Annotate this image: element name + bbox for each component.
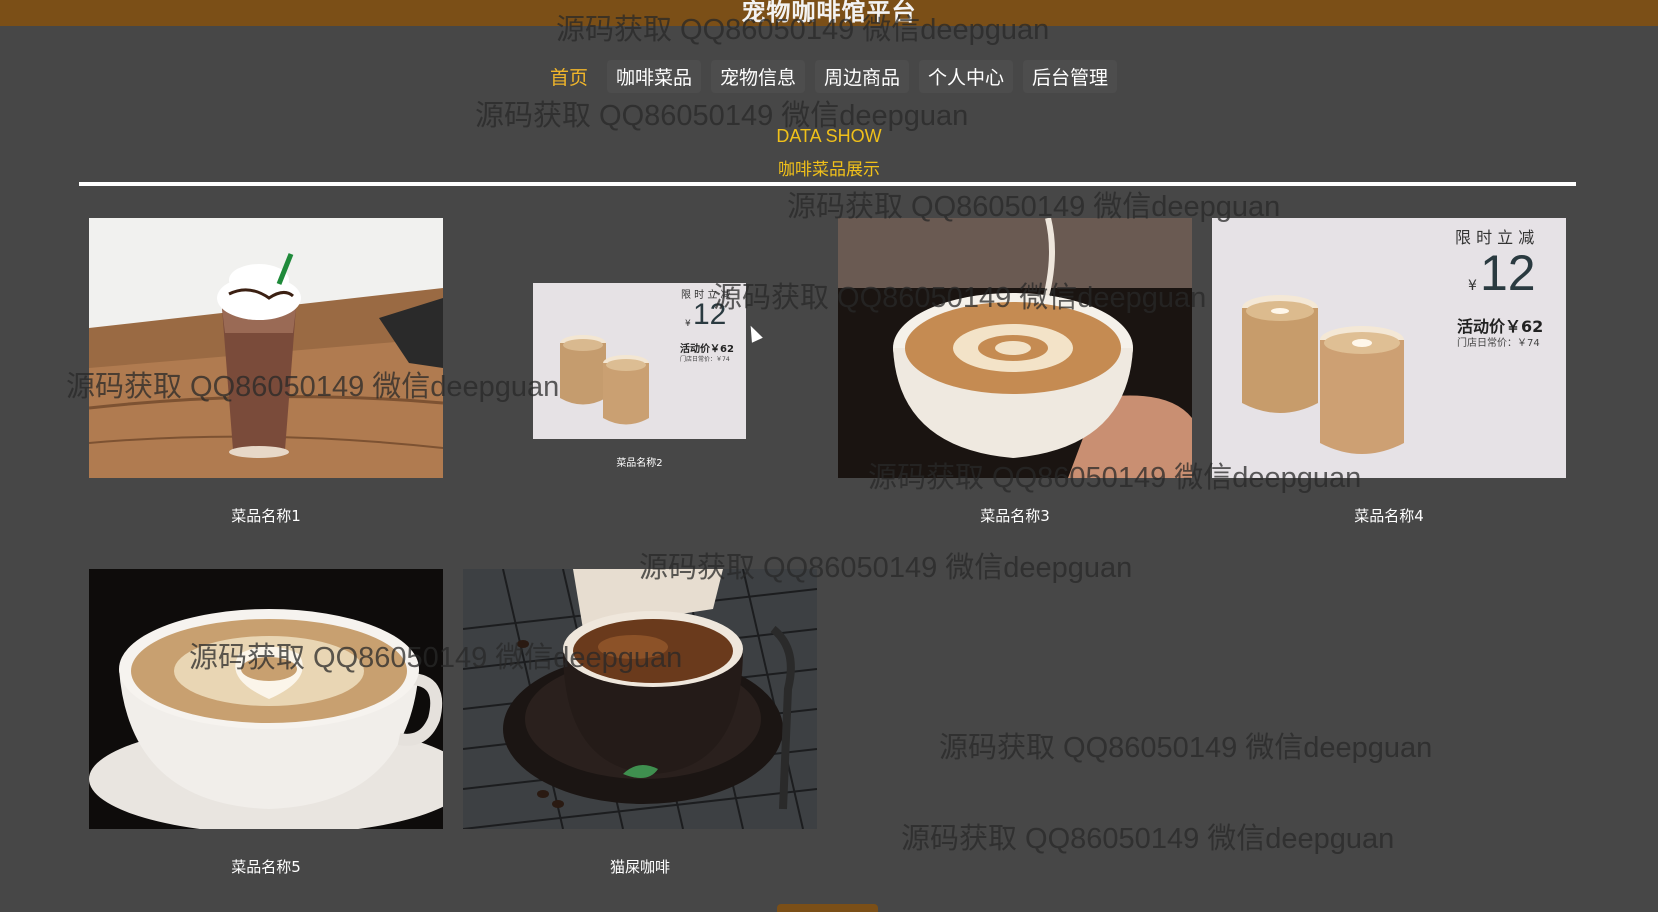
promo-currency: ¥ [685, 319, 691, 329]
product-image-kopi-luwak[interactable] [463, 569, 817, 829]
promo-deal: 活动价￥62 [680, 344, 734, 355]
promo-price: 12 [693, 298, 727, 331]
product-image-latte-pour[interactable] [838, 218, 1192, 478]
nav-personal-center[interactable]: 个人中心 [919, 60, 1014, 93]
product-name[interactable]: 猫屎咖啡 [463, 856, 817, 877]
section-divider [79, 182, 1576, 186]
product-card[interactable]: 菜品名称1 [89, 218, 443, 528]
product-name[interactable]: 菜品名称5 [89, 856, 443, 877]
product-image-cappuccino[interactable] [89, 569, 443, 829]
product-name[interactable]: 菜品名称2 [533, 454, 746, 469]
product-card[interactable]: 猫屎咖啡 [463, 569, 817, 879]
watermark: 源码获取 QQ86050149 微信deepguan [901, 823, 1395, 855]
site-title: 宠物咖啡馆平台 [741, 0, 917, 26]
product-image-promo[interactable]: 限 时 立 减 ¥ 12 活动价￥62 门店日常价：￥74 [1212, 218, 1566, 478]
product-card[interactable]: 限 时 立 减 ¥ 12 活动价￥62 门店日常价：￥74 菜品名称2 [533, 283, 746, 473]
product-name[interactable]: 菜品名称3 [838, 505, 1192, 526]
promo-regular: 门店日常价：￥74 [1457, 338, 1540, 349]
product-name[interactable]: 菜品名称1 [89, 505, 443, 526]
nav-home[interactable]: 首页 [541, 60, 597, 93]
pager-button[interactable] [777, 904, 878, 912]
product-name[interactable]: 菜品名称4 [1212, 505, 1566, 526]
product-image-promo-small[interactable]: 限 时 立 减 ¥ 12 活动价￥62 门店日常价：￥74 [533, 283, 746, 439]
nav-admin[interactable]: 后台管理 [1023, 60, 1118, 93]
nav-merchandise[interactable]: 周边商品 [815, 60, 910, 93]
promo-regular: 门店日常价：￥74 [680, 356, 730, 363]
watermark: 源码获取 QQ86050149 微信deepguan [939, 732, 1433, 764]
nav-coffee-dishes[interactable]: 咖啡菜品 [606, 60, 701, 93]
main-nav: 首页 咖啡菜品 宠物信息 周边商品 个人中心 后台管理 [0, 60, 1658, 93]
product-card[interactable]: 限 时 立 减 ¥ 12 活动价￥62 门店日常价：￥74 菜品名称4 [1212, 218, 1566, 528]
product-card[interactable]: 菜品名称5 [89, 569, 443, 879]
section-title-en: DATA SHOW [776, 126, 882, 146]
mouse-cursor [745, 323, 763, 343]
product-image-frappe[interactable] [89, 218, 443, 478]
nav-pet-info[interactable]: 宠物信息 [710, 60, 805, 93]
product-card[interactable]: 菜品名称3 [838, 218, 1192, 528]
promo-price: 12 [1480, 245, 1536, 301]
promo-currency: ¥ [1468, 278, 1477, 294]
section-title-cn: 咖啡菜品展示 [778, 160, 880, 180]
